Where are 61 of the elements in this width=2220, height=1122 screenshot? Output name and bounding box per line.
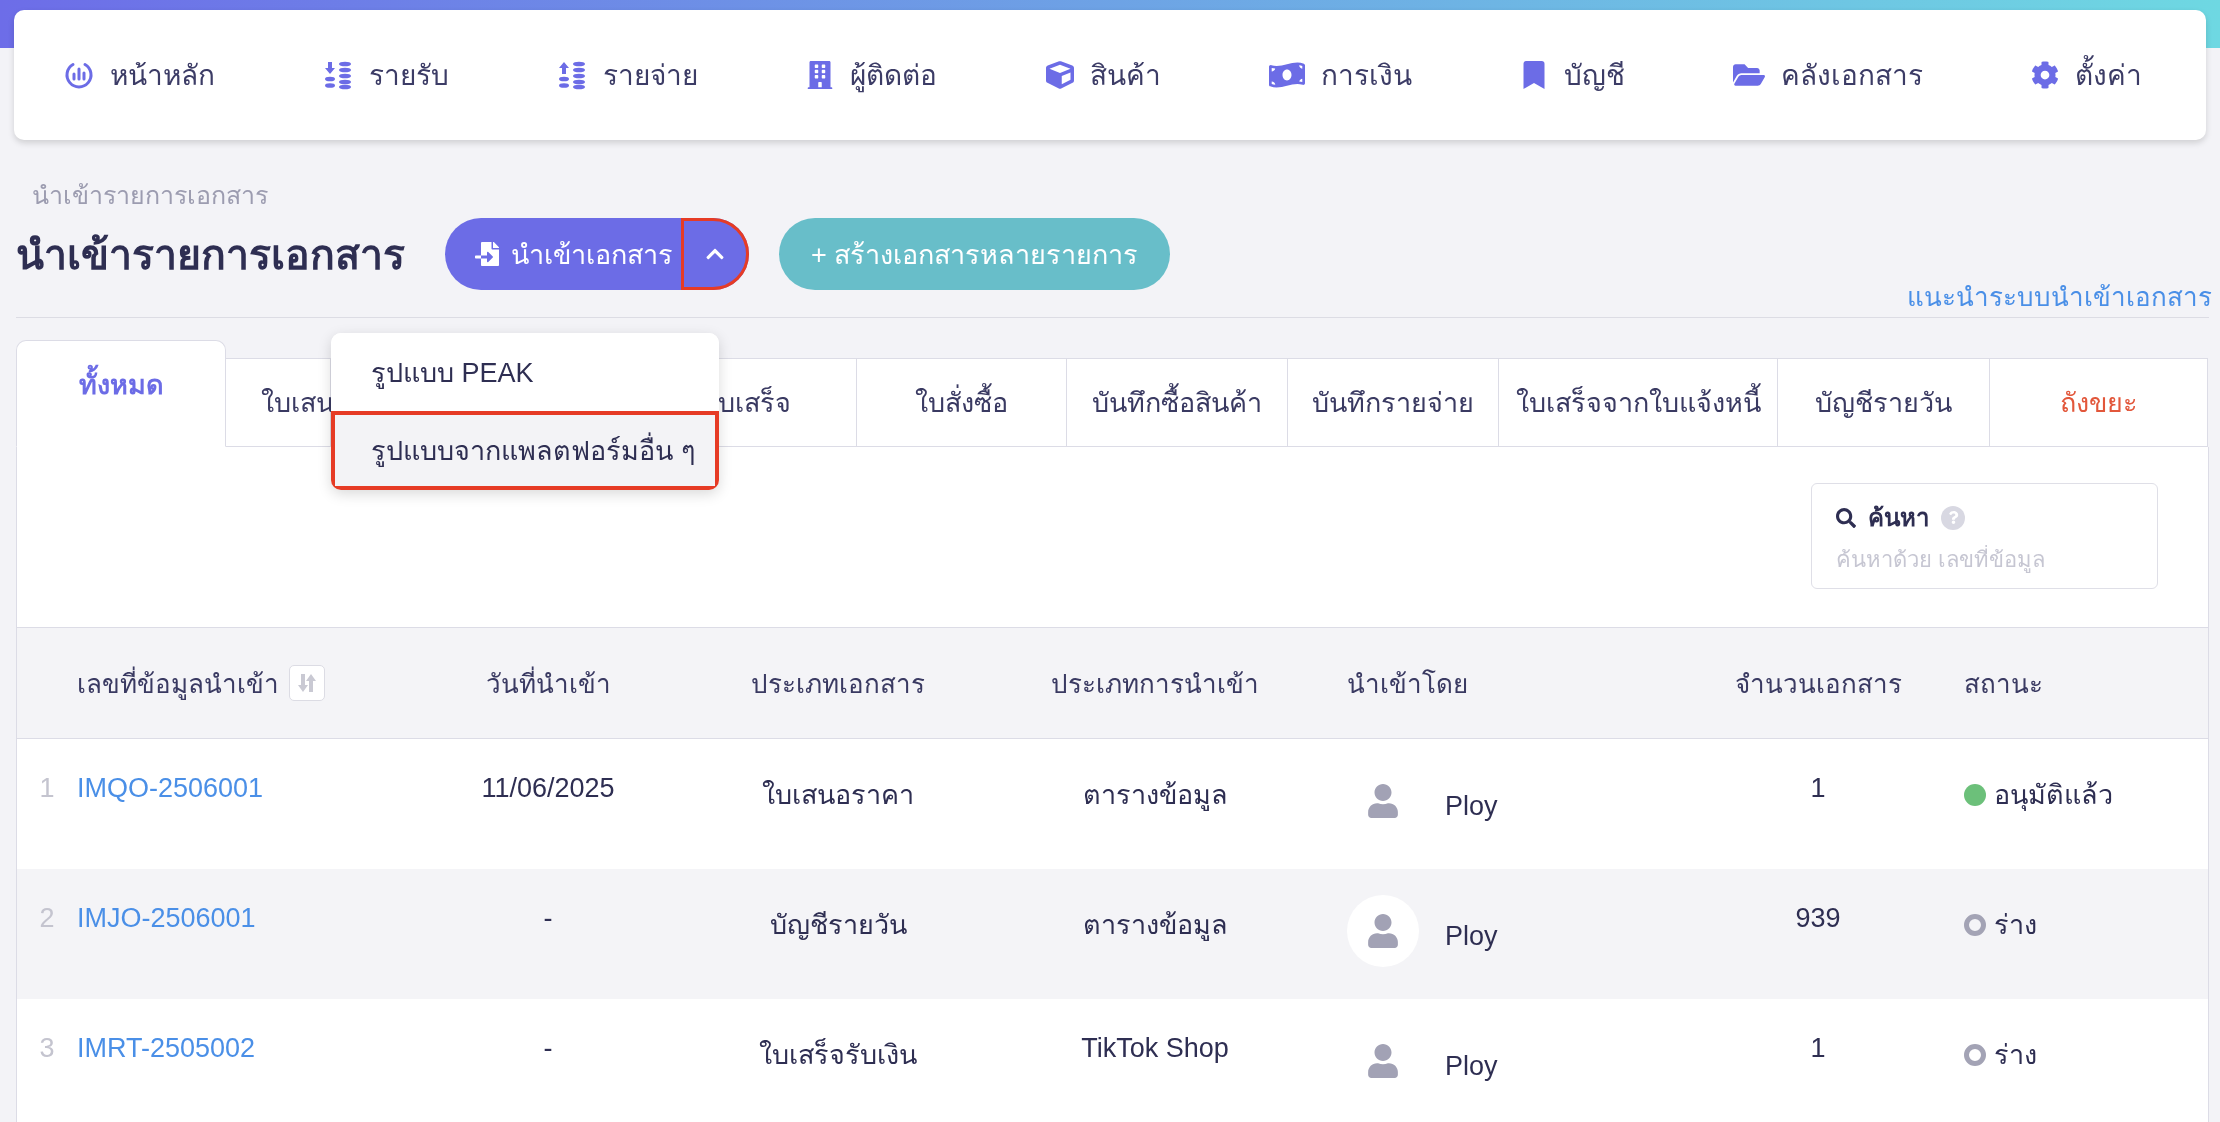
column-header: จำนวนเอกสาร <box>1734 667 1902 701</box>
menu-item[interactable]: รูปแบบจากแพลตฟอร์มอื่น ๆ <box>331 411 719 490</box>
nav-item[interactable]: คลังเอกสาร <box>1732 53 1923 97</box>
column-header: ประเภทเอกสาร <box>751 667 925 701</box>
row-number: 1 <box>38 772 56 804</box>
help-icon <box>1941 505 1965 530</box>
table-cell-text: ตารางข้อมูล <box>1081 909 1229 943</box>
tab[interactable]: ทั้งหมด <box>16 340 226 447</box>
user-name: Ploy <box>1445 789 1498 822</box>
nav-item[interactable]: รายจ่าย <box>557 53 699 97</box>
chart-circle-icon <box>64 60 94 90</box>
nav-item[interactable]: ผู้ติดต่อ <box>806 53 938 97</box>
nav-item[interactable]: หน้าหลัก <box>64 53 215 97</box>
table-cell-text: ตารางข้อมูล <box>1081 779 1229 813</box>
user-name: Ploy <box>1445 919 1498 952</box>
nav-item[interactable]: สินค้า <box>1045 53 1161 97</box>
tab[interactable]: บันทึกซื้อสินค้า <box>1067 358 1288 447</box>
import-button[interactable]: นำเข้าเอกสาร <box>445 218 681 290</box>
table-cell-text: - <box>542 902 554 934</box>
tab[interactable]: บันทึกรายจ่าย <box>1288 358 1499 447</box>
nav-item[interactable]: การเงิน <box>1268 53 1412 97</box>
page-title: นำเข้ารายการเอกสาร <box>16 230 405 280</box>
settings-icon <box>2031 61 2059 89</box>
table-cell-text: 1 <box>1809 1032 1827 1064</box>
dropdown-toggle[interactable] <box>681 218 749 290</box>
tab[interactable]: บเสร็จ <box>718 358 857 447</box>
menu-item[interactable]: รูปแบบ PEAK <box>331 333 719 411</box>
tab[interactable]: บัญชีรายวัน <box>1778 358 1990 447</box>
status-text: อนุมัติแล้ว <box>1994 779 2113 813</box>
nav-item[interactable]: ตั้งค่า <box>2031 53 2142 97</box>
tab[interactable]: ใบสั่งซื้อ <box>857 358 1067 447</box>
tab[interactable]: ใบเสน <box>226 358 331 447</box>
table-cell-text: TikTok Shop <box>1080 1032 1230 1064</box>
search-icon <box>1836 507 1856 528</box>
column-header: เลขที่ข้อมูลนำเข้า <box>77 665 279 702</box>
status-text: ร่าง <box>1994 1039 2037 1072</box>
coins-up-icon <box>557 60 588 90</box>
table-cell-text: ใบเสร็จรับเงิน <box>758 1037 918 1072</box>
column-header: วันที่นำเข้า <box>485 665 611 701</box>
table-cell-text: บัญชีรายวัน <box>768 909 908 942</box>
tab[interactable]: ถังขยะ <box>1990 358 2208 447</box>
coins-down-icon <box>323 60 354 90</box>
table-cell-text: 1 <box>1809 772 1827 804</box>
nav-item[interactable]: รายรับ <box>323 53 450 97</box>
row-number: 3 <box>38 1032 56 1064</box>
tab[interactable]: ใบเสร็จจากใบแจ้งหนี้ <box>1499 358 1778 447</box>
table-cell-text: 11/06/2025 <box>480 772 616 804</box>
search-label: ค้นหา <box>1868 503 1929 533</box>
file-import-icon <box>475 242 499 266</box>
breadcrumb: นำเข้ารายการเอกสาร <box>31 180 269 210</box>
table-cell-text: ใบเสนอราคา <box>761 779 915 812</box>
nav-item[interactable]: บัญชี <box>1519 53 1625 97</box>
table-cell-text: - <box>542 1032 554 1064</box>
table-cell-text: 939 <box>1794 902 1842 934</box>
column-header: ประเภทการนำเข้า <box>1051 667 1259 701</box>
column-header: นำเข้าโดย <box>1347 667 1468 701</box>
cube-icon <box>1045 61 1074 89</box>
status-text: ร่าง <box>1994 909 2037 942</box>
column-header: สถานะ <box>1964 667 2043 701</box>
building-icon <box>806 61 835 89</box>
user-name: Ploy <box>1445 1049 1498 1082</box>
